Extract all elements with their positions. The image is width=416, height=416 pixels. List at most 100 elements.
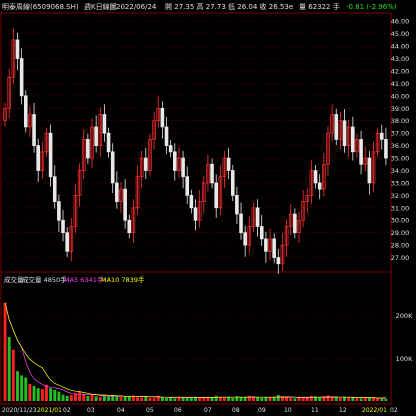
ma5-line bbox=[4, 302, 386, 399]
volume-bar bbox=[36, 388, 40, 401]
volume-bar bbox=[206, 398, 210, 401]
candle-body bbox=[102, 114, 107, 134]
volume-bar bbox=[65, 395, 69, 401]
volume-bar bbox=[380, 398, 384, 401]
price-tick-label: 41.00 bbox=[391, 80, 410, 88]
volume-bar bbox=[40, 389, 44, 401]
volume-bar bbox=[169, 397, 173, 401]
price-tick-label: 38.00 bbox=[391, 117, 410, 125]
volume-bar bbox=[7, 336, 11, 401]
volume-bar bbox=[309, 395, 313, 401]
volume-bar bbox=[239, 397, 243, 401]
candle-body bbox=[226, 157, 231, 171]
date-axis: 2020/11/23 2021/01 02 03 04 05 06 07 08 09 10 11 12 2… bbox=[2, 407, 398, 414]
volume-bar bbox=[268, 397, 272, 401]
candle-body bbox=[160, 107, 165, 128]
date-tick-label: 03 bbox=[87, 407, 95, 414]
volume-bar bbox=[318, 397, 322, 401]
volume-bar bbox=[119, 397, 123, 401]
candle-body bbox=[127, 219, 132, 234]
date-tick-label: 02 bbox=[63, 407, 71, 414]
candle-body bbox=[36, 145, 40, 171]
volume-bar bbox=[198, 397, 202, 401]
volume-bar bbox=[256, 397, 260, 401]
candlestick-series bbox=[3, 28, 388, 274]
candle-body bbox=[379, 132, 384, 140]
date-tick-label: 07 bbox=[204, 407, 212, 414]
volume-bar bbox=[372, 398, 375, 401]
candle-body bbox=[86, 139, 90, 159]
volume-bar bbox=[351, 397, 355, 401]
volume-bar bbox=[214, 395, 218, 401]
price-gridlines bbox=[3, 20, 391, 258]
volume-bar bbox=[3, 302, 7, 401]
volume-bar bbox=[28, 383, 32, 401]
volume-bar bbox=[384, 398, 388, 401]
price-axis: 46.00 45.00 44.00 43.00 42.00 41.00 40.00 39.00… bbox=[391, 18, 410, 262]
price-tick-label: 43.00 bbox=[391, 55, 410, 63]
price-tick-label: 30.00 bbox=[391, 217, 410, 225]
volume-bar bbox=[20, 375, 24, 401]
volume-bar bbox=[45, 384, 48, 401]
volume-bar bbox=[359, 398, 363, 401]
candle-body bbox=[235, 195, 239, 215]
candle-body bbox=[57, 201, 61, 221]
price-tick-label: 46.00 bbox=[391, 18, 410, 26]
candle-body bbox=[259, 226, 264, 240]
volume-bar bbox=[144, 396, 148, 401]
candle-body bbox=[144, 157, 148, 171]
volume-bar bbox=[61, 394, 65, 401]
candle-body bbox=[173, 151, 177, 171]
date-tick-label: 05 bbox=[146, 407, 154, 414]
candle-body bbox=[115, 182, 119, 202]
volume-tick-label: 100K bbox=[396, 355, 413, 363]
price-tick-label: 42.00 bbox=[391, 67, 410, 75]
volume-bar bbox=[376, 398, 380, 401]
candle-body bbox=[185, 176, 190, 196]
candle-body bbox=[193, 207, 198, 221]
price-tick-label: 29.00 bbox=[391, 229, 410, 237]
volume-legend-ma5: MA5 6341手 bbox=[64, 275, 104, 284]
volume-bar bbox=[338, 398, 342, 401]
volume-bar bbox=[276, 395, 280, 401]
candle-body bbox=[243, 232, 247, 246]
candle-body bbox=[359, 139, 363, 165]
candle-body bbox=[110, 151, 115, 184]
volume-bar bbox=[16, 371, 19, 401]
candle-body bbox=[189, 195, 194, 209]
volume-bar bbox=[53, 389, 57, 401]
volume-bar bbox=[107, 396, 111, 401]
volume-bar bbox=[330, 397, 334, 401]
candle-body bbox=[181, 157, 185, 178]
volume-bar bbox=[49, 388, 53, 401]
volume-bar bbox=[260, 398, 264, 401]
volume-bar bbox=[285, 397, 289, 401]
candle-body bbox=[15, 39, 20, 59]
candle-body bbox=[94, 126, 98, 146]
volume-legend-title: 成交量 bbox=[4, 275, 24, 284]
candle-body bbox=[293, 213, 297, 234]
candle-body bbox=[239, 213, 243, 234]
candle-body bbox=[367, 157, 372, 184]
volume-bar bbox=[301, 398, 305, 401]
date-tick-label: 06 bbox=[174, 407, 182, 414]
volume-bar bbox=[123, 396, 127, 401]
date-tick-label: 12 bbox=[339, 407, 347, 414]
volume-bar bbox=[160, 397, 164, 401]
stock-chart: 明泰周線(6509068.SH) 週K日線圖 2022/06/24 開 27.3… bbox=[0, 0, 416, 416]
candle-body bbox=[168, 145, 173, 153]
volume-legend-vol: 成交量 4850手 bbox=[22, 275, 67, 284]
volume-bar bbox=[218, 397, 222, 401]
chart-canvas: 明泰周線(6509068.SH) 週K日線圖 2022/06/24 開 27.3… bbox=[0, 2, 413, 414]
volume-bar bbox=[355, 398, 359, 401]
candle-body bbox=[317, 182, 322, 190]
candle-body bbox=[342, 120, 347, 146]
candle-body bbox=[19, 58, 24, 97]
price-tick-label: 45.00 bbox=[391, 30, 410, 38]
candle-body bbox=[123, 188, 127, 221]
candle-body bbox=[214, 182, 218, 209]
volume-bar bbox=[115, 396, 119, 401]
volume-bar bbox=[243, 397, 247, 401]
volume-bar bbox=[367, 397, 371, 401]
candle-body bbox=[264, 238, 268, 252]
